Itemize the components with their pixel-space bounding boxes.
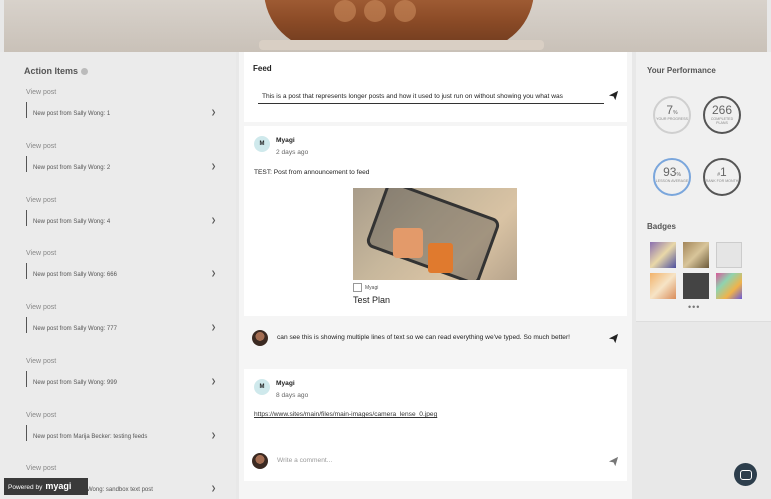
performance-title: Your Performance xyxy=(647,66,716,75)
action-item-label: New post from Sally Wong: 4 xyxy=(33,219,111,225)
action-item[interactable]: View post New post from Sally Wong: 999 ❯ xyxy=(26,358,216,398)
action-item-label: New post from Marija Becker: testing fee… xyxy=(33,434,148,440)
action-items-panel: Action Items View post New post from Sal… xyxy=(0,52,236,499)
chevron-right-icon[interactable]: ❯ xyxy=(211,105,216,121)
view-post-link[interactable]: View post xyxy=(26,358,216,365)
action-item[interactable]: View post New post from Sally Wong: 777 ❯ xyxy=(26,304,216,344)
post-author[interactable]: Myagi xyxy=(276,380,295,387)
action-item[interactable]: View post New post from Sally Wong: 1 ❯ xyxy=(26,89,216,129)
action-item[interactable]: View post New post from Sally Wong: 2 ❯ xyxy=(26,143,216,183)
performance-panel: Your Performance 7% YOUR PROGRESS 266 CO… xyxy=(636,52,771,322)
post-attachment[interactable]: Myagi Test Plan xyxy=(353,188,517,308)
more-badges-button[interactable]: ••• xyxy=(688,302,700,312)
send-icon[interactable] xyxy=(608,456,619,467)
view-post-link[interactable]: View post xyxy=(26,304,216,311)
badge[interactable] xyxy=(683,273,709,299)
view-post-link[interactable]: View post xyxy=(26,143,216,150)
action-item-label: Wong: sandbox text post xyxy=(87,487,153,493)
feed-post: M Myagi 2 days ago TEST: Post from annou… xyxy=(244,126,627,316)
badge[interactable] xyxy=(716,273,742,299)
send-icon[interactable] xyxy=(608,90,619,101)
attachment-image[interactable] xyxy=(353,188,517,280)
chevron-right-icon[interactable]: ❯ xyxy=(211,374,216,390)
chevron-right-icon[interactable]: ❯ xyxy=(211,428,216,444)
post-time: 8 days ago xyxy=(276,392,309,399)
comment-input[interactable]: Write a comment... xyxy=(277,457,332,464)
powered-by-badge[interactable]: Powered by myagi xyxy=(4,478,88,495)
post-link[interactable]: https://www.sites/main/files/main-images… xyxy=(254,411,437,418)
badge[interactable] xyxy=(650,273,676,299)
plan-icon xyxy=(353,283,362,292)
attachment-title[interactable]: Test Plan xyxy=(353,295,517,305)
action-item-label: New post from Sally Wong: 2 xyxy=(33,165,111,171)
action-item[interactable]: View post New post from Marija Becker: t… xyxy=(26,412,216,452)
post-time: 2 days ago xyxy=(276,149,309,156)
avatar[interactable]: M xyxy=(254,136,270,152)
badge[interactable] xyxy=(650,242,676,268)
avatar[interactable]: M xyxy=(254,379,270,395)
stat-rank: #1 RANK FOR MONTH xyxy=(703,158,741,196)
post-text: TEST: Post from announcement to feed xyxy=(254,169,370,176)
stat-progress: 7% YOUR PROGRESS xyxy=(653,96,691,134)
view-post-link[interactable]: View post xyxy=(26,250,216,257)
stat-lesson-average: 93% LESSON AVERAGE xyxy=(653,158,691,196)
badges-title: Badges xyxy=(647,222,676,231)
view-post-link[interactable]: View post xyxy=(26,197,216,204)
info-icon[interactable] xyxy=(81,68,89,76)
action-item-label: New post from Sally Wong: 666 xyxy=(33,272,117,278)
view-post-link[interactable]: View post xyxy=(26,465,216,472)
new-post-input[interactable]: This is a post that represents longer po… xyxy=(258,90,604,104)
chevron-right-icon[interactable]: ❯ xyxy=(211,266,216,282)
action-item-label: New post from Sally Wong: 1 xyxy=(33,111,111,117)
stat-completed-plans: 266 COMPLETED PLANS xyxy=(703,96,741,134)
feed-column: Feed This is a post that represents long… xyxy=(239,52,632,499)
action-items-title: Action Items xyxy=(24,66,89,76)
comment-input[interactable]: can see this is showing multiple lines o… xyxy=(277,334,570,341)
new-post-card: Feed This is a post that represents long… xyxy=(244,52,627,122)
header-banner-image xyxy=(4,0,767,52)
attachment-source: Myagi xyxy=(365,284,379,291)
user-avatar xyxy=(252,330,268,346)
chevron-right-icon[interactable]: ❯ xyxy=(211,213,216,229)
user-avatar xyxy=(252,453,268,469)
feed-title: Feed xyxy=(253,64,272,73)
post-author[interactable]: Myagi xyxy=(276,137,295,144)
feed-post: M Myagi 8 days ago https://www.sites/mai… xyxy=(244,369,627,449)
badge[interactable] xyxy=(716,242,742,268)
comment-input-row: Write a comment... xyxy=(244,443,627,481)
send-icon[interactable] xyxy=(608,333,619,344)
action-item-label: New post from Sally Wong: 777 xyxy=(33,326,117,332)
view-post-link[interactable]: View post xyxy=(26,412,216,419)
action-item[interactable]: View post New post from Sally Wong: 4 ❯ xyxy=(26,197,216,237)
action-item[interactable]: View post New post from Sally Wong: 666 ❯ xyxy=(26,250,216,290)
badge[interactable] xyxy=(683,242,709,268)
view-post-link[interactable]: View post xyxy=(26,89,216,96)
chevron-right-icon[interactable]: ❯ xyxy=(211,320,216,336)
action-item-label: New post from Sally Wong: 999 xyxy=(33,380,117,386)
chat-support-button[interactable] xyxy=(734,463,757,486)
chevron-right-icon[interactable]: ❯ xyxy=(211,159,216,175)
comment-input-row: can see this is showing multiple lines o… xyxy=(244,320,627,358)
chevron-right-icon[interactable]: ❯ xyxy=(211,481,216,497)
